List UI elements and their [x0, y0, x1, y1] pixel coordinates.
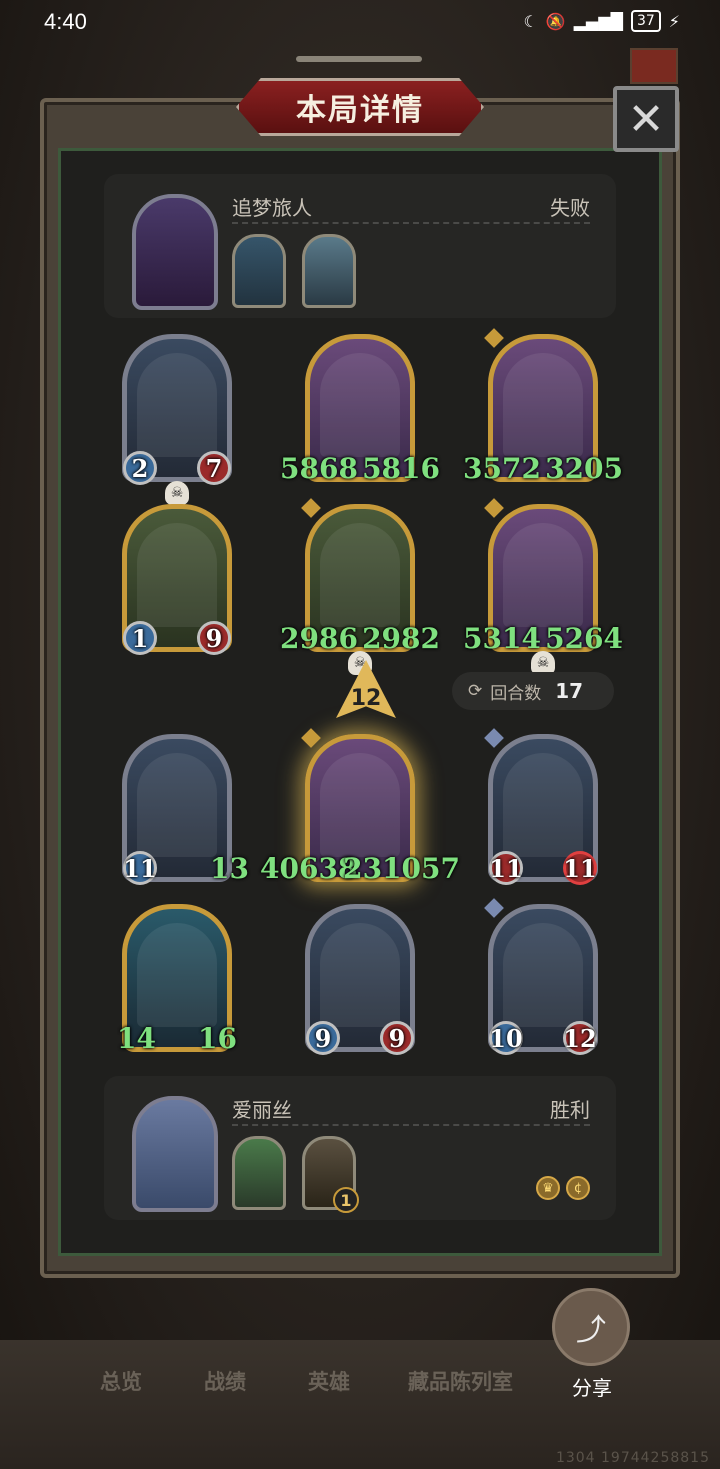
minion-art [137, 923, 217, 1027]
health-stat: 9 [380, 1021, 414, 1055]
attack-stat: 2986 [280, 621, 358, 655]
player-minion[interactable]: 10 12 [484, 898, 598, 1055]
minion-art [320, 523, 400, 627]
skull-icon: ☠ [165, 481, 189, 505]
attack-stat: 5314 [463, 621, 541, 655]
minion-art [137, 753, 217, 857]
opponent-minion[interactable]: 2986 2982 ☠ [280, 498, 440, 675]
attack-stat: 14 [117, 1021, 156, 1055]
status-icons: ☾ 🔕 ▂▄▆█ 37 ⚡ [523, 10, 680, 32]
player-panel: 爱丽丝 胜利 1 ♛ ¢ [104, 1076, 616, 1220]
health-stat: 231057 [343, 851, 460, 885]
share-icon: ⤴ [576, 1313, 606, 1348]
decor-tab [630, 48, 678, 84]
health-stat: 9 [197, 621, 231, 655]
opponent-name: 追梦旅人 [232, 196, 312, 220]
health-stat: 13 [210, 851, 249, 885]
dialog-title: 本局详情 [236, 78, 484, 136]
minion-art [320, 923, 400, 1027]
charging-icon: ⚡ [668, 11, 680, 31]
player-minion[interactable]: 40638 231057 [260, 728, 460, 885]
close-icon: ✕ [627, 93, 665, 145]
round-label: 回合数 [490, 683, 542, 704]
opponent-minion[interactable]: 5314 5264 ☠ [463, 498, 623, 675]
tab-records[interactable]: 战绩 [204, 1366, 246, 1396]
opponent-trinket[interactable] [302, 234, 356, 308]
attack-stat: 1 [123, 621, 157, 655]
opponent-minion[interactable]: 2 7 ☠ [122, 334, 232, 505]
opponent-hero-avatar[interactable] [132, 194, 218, 310]
close-button[interactable]: ✕ [613, 86, 679, 152]
opponent-minion[interactable]: 5868 5816 [280, 334, 440, 485]
refresh-icon: ⟳ [468, 681, 483, 701]
share-label: 分享 [572, 1376, 612, 1400]
minion-art [320, 353, 400, 457]
footer-id: 1304 19744258815 [555, 1450, 710, 1466]
player-minion[interactable]: 9 9 [305, 904, 415, 1055]
trinket-count-badge: 1 [333, 1187, 359, 1213]
minion-art [137, 353, 217, 457]
minion-art [503, 923, 583, 1027]
tab-overview[interactable]: 总览 [100, 1366, 142, 1396]
attack-stat: 10 [489, 1021, 523, 1055]
attack-stat: 11 [123, 851, 157, 885]
bell-off-icon: 🔕 [545, 11, 566, 31]
opponent-panel: 追梦旅人 失败 [104, 174, 616, 318]
battery-icon: 37 [630, 10, 661, 32]
health-stat: 12 [563, 1021, 597, 1055]
attack-stat: 3572 [463, 451, 541, 485]
player-minion[interactable]: 11 11 [484, 728, 598, 885]
round-value: 17 [555, 679, 584, 703]
divider [232, 222, 590, 224]
health-stat: 16 [198, 1021, 237, 1055]
player-name: 爱丽丝 [232, 1098, 292, 1122]
minion-art [320, 753, 400, 857]
health-stat: 3205 [545, 451, 623, 485]
attack-stat: 9 [306, 1021, 340, 1055]
opponent-hero-power[interactable] [232, 234, 286, 308]
player-hero-avatar[interactable] [132, 1096, 218, 1212]
health-stat: 5816 [362, 451, 440, 485]
attack-stat: 2 [123, 451, 157, 485]
opponent-minion[interactable]: 3572 3205 [463, 328, 623, 485]
health-stat: 2982 [362, 621, 440, 655]
divider [232, 1124, 590, 1126]
player-result: 胜利 [550, 1098, 590, 1122]
health-stat: 7 [197, 451, 231, 485]
attack-stat: 11 [489, 851, 523, 885]
health-stat: 5264 [545, 621, 623, 655]
round-counter: ⟳ 回合数 17 [452, 672, 614, 710]
player-trinket[interactable]: 1 [302, 1136, 359, 1213]
sheet-handle[interactable] [296, 56, 422, 62]
minion-art [503, 523, 583, 627]
status-bar: 4:40 ☾ 🔕 ▂▄▆█ 37 ⚡ [0, 0, 720, 44]
4g-signal-icon: ▂▄▆█ [573, 11, 623, 31]
tab-heroes[interactable]: 英雄 [308, 1366, 350, 1396]
coin-icon: ¢ [566, 1176, 590, 1200]
minion-art [503, 353, 583, 457]
player-minion[interactable]: 11 13 [122, 734, 249, 885]
tab-collection[interactable]: 藏品陈列室 [408, 1366, 513, 1396]
opponent-result: 失败 [550, 196, 590, 220]
opponent-minion[interactable]: 1 9 [122, 504, 232, 655]
minion-art [503, 753, 583, 857]
player-hero-power[interactable] [232, 1136, 286, 1210]
status-time: 4:40 [44, 9, 87, 34]
crown-icon: ♛ [536, 1176, 560, 1200]
share-button[interactable]: ⤴ [552, 1288, 630, 1366]
attack-stat: 5868 [280, 451, 358, 485]
player-minion[interactable]: 14 16 [117, 904, 237, 1055]
health-stat: 11 [563, 851, 597, 885]
moon-icon: ☾ [523, 11, 538, 31]
minion-art [137, 523, 217, 627]
